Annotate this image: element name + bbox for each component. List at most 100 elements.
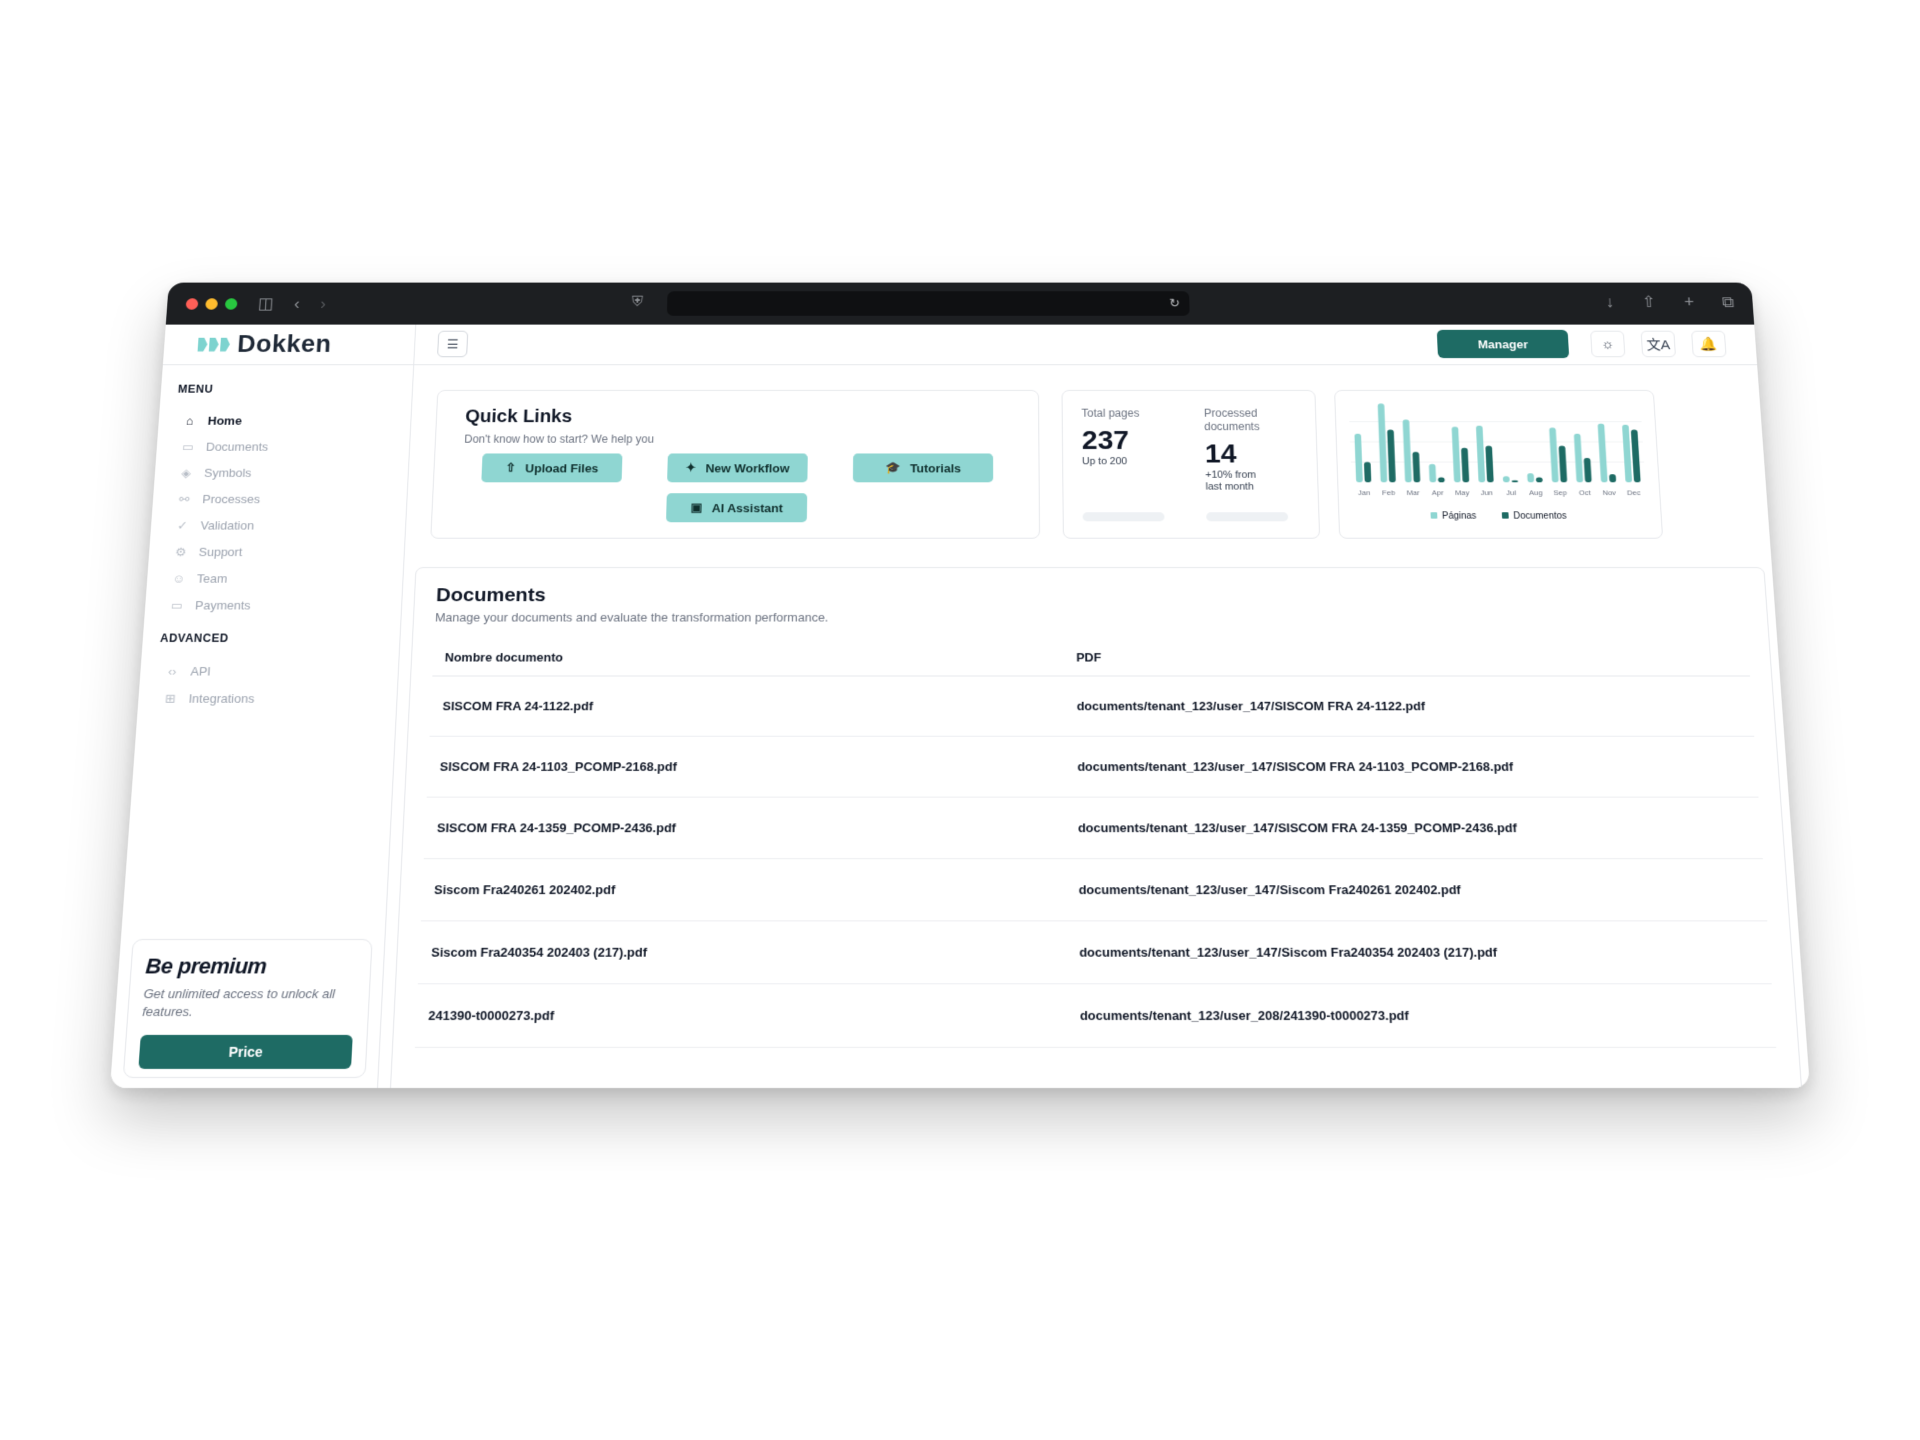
card-icon: ▭	[166, 598, 188, 613]
bell-icon[interactable]: 🔔	[1691, 331, 1727, 357]
translate-icon[interactable]: 文A	[1641, 331, 1676, 357]
sidebar-item-label: Symbols	[204, 466, 252, 480]
back-icon[interactable]: ‹	[294, 296, 301, 312]
sidebar-item-support[interactable]: ⚙ Support	[169, 539, 404, 566]
sidebar-item-processes[interactable]: ⚯ Processes	[173, 486, 407, 512]
upload-files-button[interactable]: ⇧ Upload Files	[481, 453, 622, 482]
price-button[interactable]: Price	[138, 1035, 352, 1069]
document-name-cell: Siscom Fra240261 202402.pdf	[421, 859, 1067, 921]
close-window-button[interactable]	[186, 298, 199, 309]
bar-documentos-apr	[1438, 477, 1445, 482]
home-icon: ⌂	[179, 414, 201, 427]
tutorials-label: Tutorials	[910, 461, 961, 475]
total-pages-value: 237	[1082, 426, 1140, 457]
new-workflow-label: New Workflow	[705, 461, 789, 475]
hamburger-menu-icon[interactable]: ☰	[437, 331, 468, 357]
sidebar-advanced-nav: ‹› API ⊞ Integrations	[137, 645, 399, 712]
logo-text: Dokken	[236, 331, 332, 358]
bar-páginas-oct	[1574, 434, 1583, 483]
bar-páginas-may	[1452, 427, 1461, 483]
bar-documentos-aug	[1536, 477, 1543, 482]
advanced-section-title: ADVANCED	[142, 619, 400, 645]
x-tick-label: Jun	[1480, 489, 1493, 497]
monthly-chart-card: Jan Feb Mar Apr May Jun Jul Aug Sep Oct Nov Dec Pági…	[1334, 390, 1663, 539]
maximize-window-button[interactable]	[225, 298, 238, 309]
ai-assistant-button[interactable]: ▣ AI Assistant	[666, 493, 807, 522]
table-row[interactable]: Siscom Fra240354 202403 (217).pdf documen…	[418, 921, 1772, 984]
stats-card: Total pages 237 Up to 200 Processed docu…	[1062, 390, 1321, 539]
sidebar-item-team[interactable]: ☺ Team	[167, 565, 403, 592]
monthly-bar-chart: Jan Feb Mar Apr May Jun Jul Aug Sep Oct Nov DecPági…	[1341, 396, 1656, 531]
tutorials-button[interactable]: 🎓 Tutorials	[853, 453, 993, 482]
table-row[interactable]: Siscom Fra240261 202402.pdf documents/ten…	[421, 859, 1767, 921]
main-content: ☰ Manager ☼ 文A 🔔 Quick Links Don't know …	[378, 325, 1810, 1088]
sidebar-item-label: Payments	[195, 598, 251, 612]
sidebar-item-label: Integrations	[188, 691, 255, 705]
total-pages-progress	[1083, 512, 1165, 521]
sidebar-nav: ⌂ Home ▭ Documents ◈ Symbols ⚯ Processes ✓ Valida…	[144, 395, 411, 618]
sidebar-item-integrations[interactable]: ⊞ Integrations	[159, 685, 397, 712]
folder-icon: ▭	[177, 440, 199, 454]
table-row[interactable]: SISCOM FRA 24-1122.pdf documents/tenant_1…	[430, 676, 1755, 736]
quick-links-title: Quick Links	[465, 407, 1010, 428]
upload-files-label: Upload Files	[525, 461, 599, 475]
forward-icon[interactable]: ›	[320, 296, 327, 312]
minimize-window-button[interactable]	[205, 298, 218, 309]
sidebar-item-validation[interactable]: ✓ Validation	[171, 512, 406, 538]
code-icon: ‹›	[161, 664, 183, 678]
x-tick-label: Sep	[1553, 489, 1568, 497]
reload-icon[interactable]: ↻	[1169, 296, 1180, 311]
pdf-path-cell: documents/tenant_123/user_147/Siscom Fra…	[1067, 921, 1772, 984]
address-bar[interactable]: ↻	[667, 291, 1190, 316]
sidebar-item-symbols[interactable]: ◈ Symbols	[175, 460, 409, 486]
shield-icon[interactable]: ⛨	[632, 295, 644, 311]
manager-button[interactable]: Manager	[1437, 330, 1569, 358]
sidebar-item-label: Processes	[202, 492, 261, 506]
pdf-path-cell: documents/tenant_123/user_147/SISCOM FRA…	[1065, 676, 1754, 736]
legend-swatch	[1430, 512, 1437, 518]
bar-páginas-aug	[1527, 473, 1534, 482]
table-row[interactable]: SISCOM FRA 24-1359_PCOMP-2436.pdf documen…	[424, 797, 1763, 859]
menu-section-title: MENU	[161, 365, 414, 395]
gear-icon: ⚙	[170, 545, 192, 560]
processed-documents-stat: Processed documents 14 +10% from last mo…	[1204, 407, 1262, 493]
x-tick-label: Jul	[1506, 489, 1516, 497]
sidebar-toggle-icon[interactable]: ◫	[257, 296, 274, 312]
bar-documentos-jun	[1485, 446, 1493, 482]
sidebar-item-payments[interactable]: ▭ Payments	[165, 592, 401, 619]
browser-toolbar: ◫ ‹ › ⛨ ↻ ↓ ⇧ + ⧉	[166, 283, 1754, 325]
sidebar-item-label: Validation	[200, 519, 254, 533]
sidebar-item-api[interactable]: ‹› API	[161, 658, 399, 685]
new-tab-icon[interactable]: +	[1684, 293, 1695, 311]
tabs-overview-icon[interactable]: ⧉	[1721, 293, 1734, 311]
logo-mark-icon	[198, 337, 231, 351]
premium-text: Get unlimited access to unlock all featu…	[142, 985, 356, 1021]
bar-páginas-jun	[1476, 426, 1485, 483]
sidebar-item-documents[interactable]: ▭ Documents	[177, 434, 410, 460]
sidebar: Dokken MENU ⌂ Home ▭ Documents ◈ Symbols ⚯ Proc…	[110, 325, 416, 1088]
premium-title: Be premium	[145, 954, 357, 980]
x-tick-label: Oct	[1579, 489, 1592, 497]
bar-documentos-jan	[1364, 462, 1371, 482]
theme-toggle-icon[interactable]: ☼	[1590, 331, 1625, 357]
download-icon[interactable]: ↓	[1605, 293, 1614, 311]
bar-documentos-mar	[1412, 452, 1420, 482]
column-header-name[interactable]: Nombre documento	[432, 639, 1064, 676]
column-header-pdf[interactable]: PDF	[1064, 639, 1750, 676]
sidebar-item-label: Support	[198, 545, 242, 559]
document-name-cell: SISCOM FRA 24-1122.pdf	[430, 676, 1066, 736]
share-icon[interactable]: ⇧	[1642, 293, 1657, 311]
premium-card: Be premium Get unlimited access to unloc…	[123, 939, 373, 1078]
table-row[interactable]: 241390-t0000273.pdf documents/tenant_123/…	[415, 984, 1776, 1048]
browser-window: ◫ ‹ › ⛨ ↻ ↓ ⇧ + ⧉ Dokken MENU ⌂ Home ▭ Docu…	[110, 283, 1810, 1088]
sidebar-item-home[interactable]: ⌂ Home	[179, 408, 412, 434]
quick-links-card: Quick Links Don't know how to start? We …	[430, 390, 1040, 539]
x-tick-label: Nov	[1602, 489, 1616, 497]
table-row[interactable]: SISCOM FRA 24-1103_PCOMP-2168.pdf documen…	[427, 736, 1759, 797]
processed-progress	[1206, 512, 1288, 521]
new-workflow-button[interactable]: ✦ New Workflow	[667, 453, 808, 482]
bar-documentos-oct	[1584, 458, 1592, 482]
ai-assistant-label: AI Assistant	[712, 501, 783, 515]
legend-swatch	[1502, 512, 1509, 518]
logo[interactable]: Dokken	[163, 325, 415, 366]
